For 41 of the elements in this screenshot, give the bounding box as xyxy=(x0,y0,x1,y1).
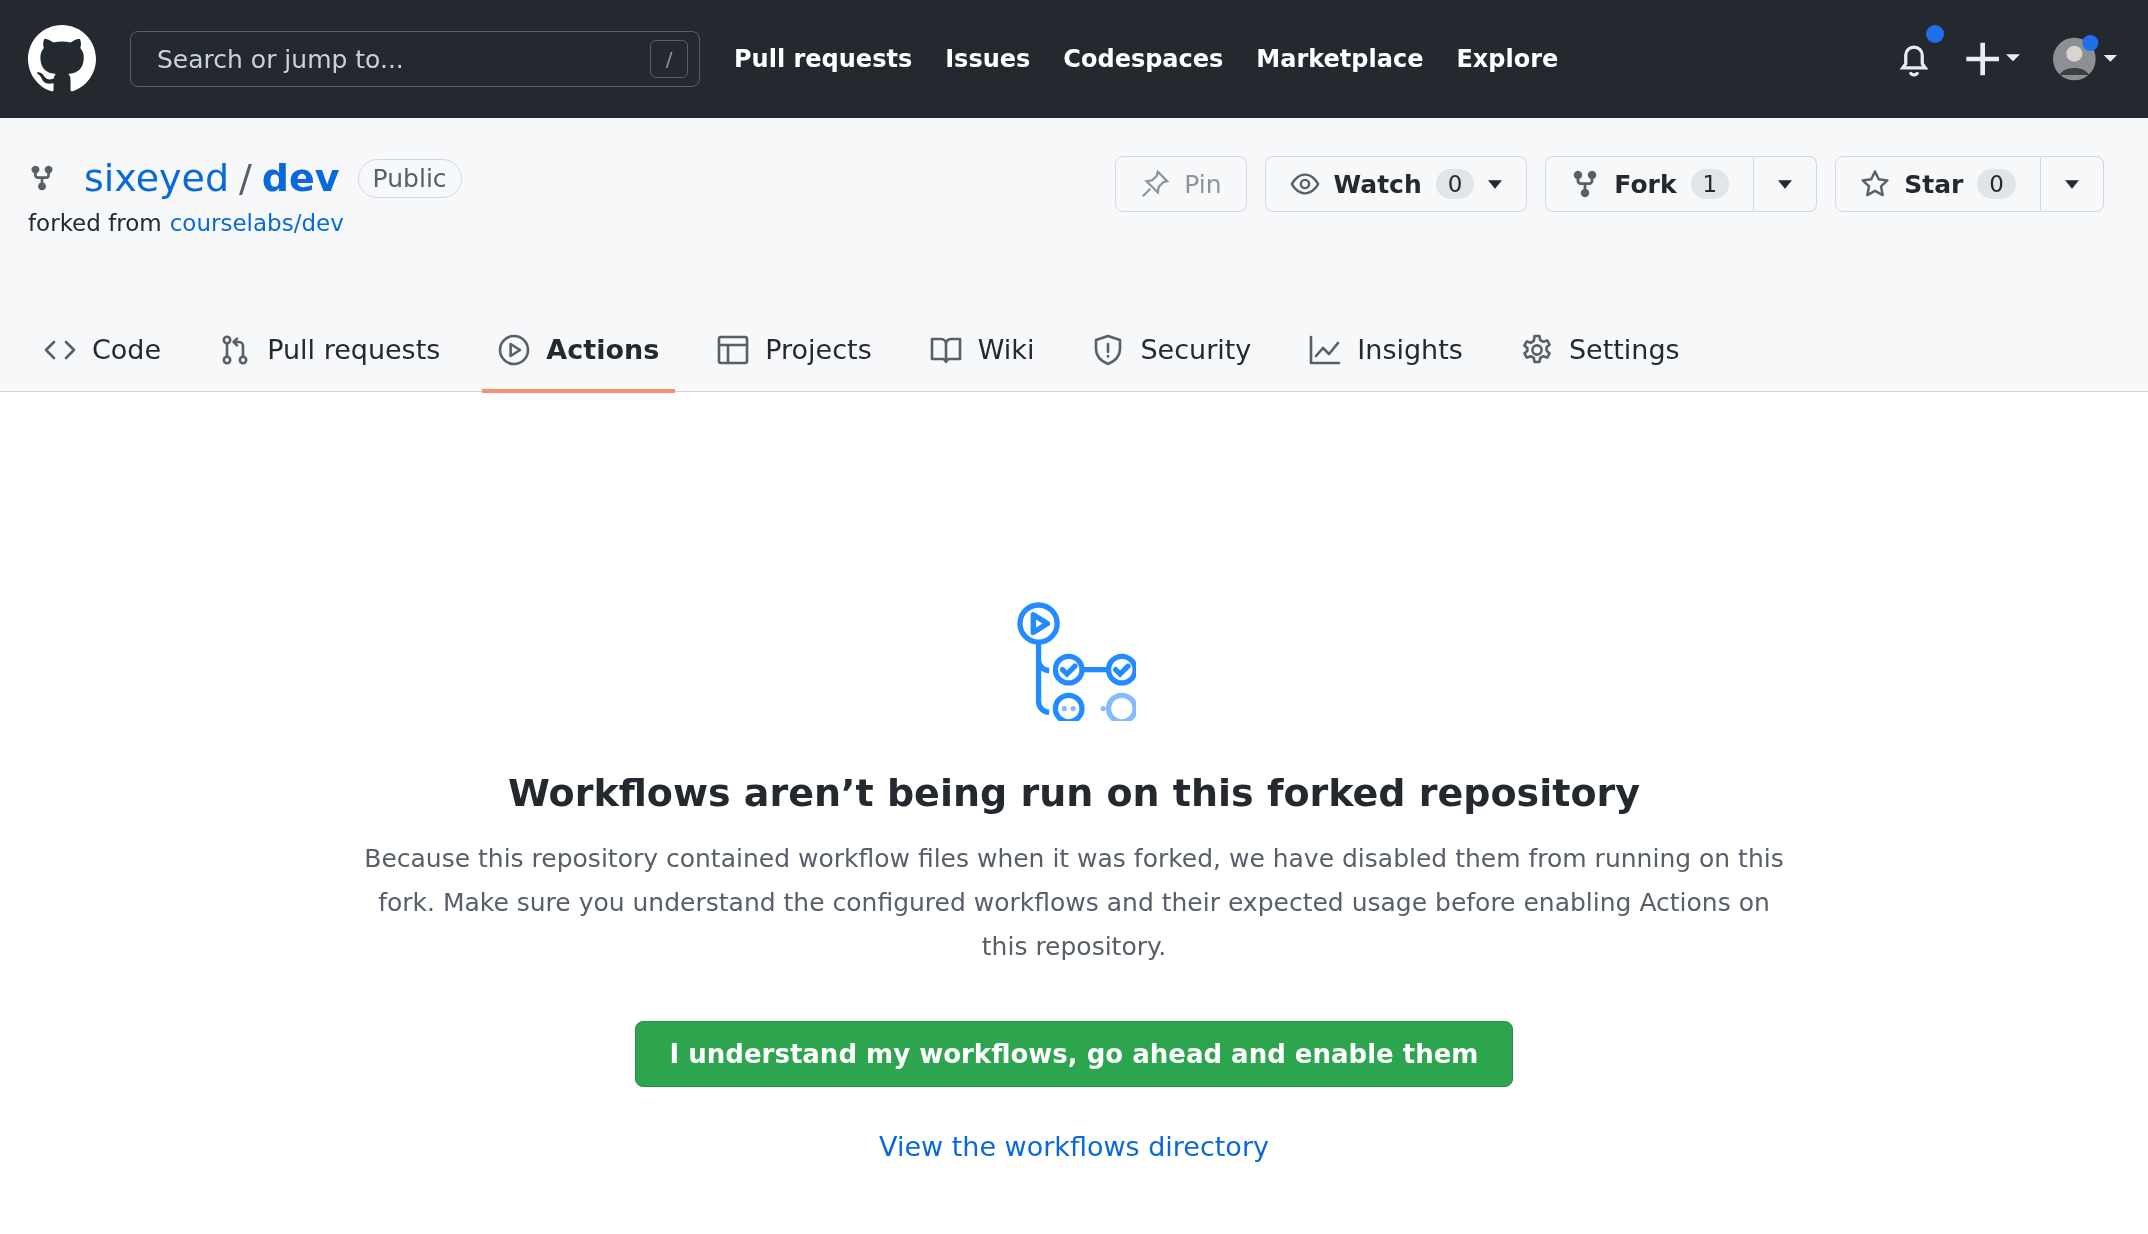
fork-button[interactable]: Fork 1 xyxy=(1545,156,1755,212)
repo-tab[interactable]: Code xyxy=(28,310,178,393)
watch-button[interactable]: Watch 0 xyxy=(1264,156,1528,212)
repo-tab[interactable]: Actions xyxy=(482,310,676,393)
star-button[interactable]: Star 0 xyxy=(1835,156,2041,212)
repo-tab[interactable]: Settings xyxy=(1504,310,1696,393)
star-icon xyxy=(1860,169,1891,199)
caret-icon xyxy=(2065,179,2079,189)
shortcut-key: / xyxy=(650,40,688,78)
notice-text: Because this repository contained workflow files when it was forked, we have disabled them from running on this fork. Make sure you understand the configured workflows and their expected usage before enabling Actions on this repository. xyxy=(363,843,1785,963)
repo-tab[interactable]: Wiki xyxy=(913,310,1051,393)
play-icon xyxy=(498,333,531,366)
repo-tab[interactable]: Insights xyxy=(1293,310,1479,393)
notice-heading: Workflows aren’t being run on this forked repository xyxy=(507,771,1641,815)
nav-link[interactable]: Pull requests xyxy=(734,45,913,73)
count-badge: 0 xyxy=(1977,169,2016,199)
repo-name-link[interactable]: dev xyxy=(261,156,340,200)
repo-tab[interactable]: Pull requests xyxy=(203,310,457,393)
plus-icon xyxy=(1964,40,2020,78)
workflows-directory-link[interactable]: View the workflows directory xyxy=(879,1131,1269,1162)
github-logo[interactable] xyxy=(28,25,96,93)
table-icon xyxy=(717,333,750,366)
settings-icon xyxy=(1520,333,1553,366)
graph-icon xyxy=(1309,333,1342,366)
nav-link[interactable]: Issues xyxy=(945,45,1031,73)
count-badge: 1 xyxy=(1690,169,1730,199)
nav-link[interactable]: Marketplace xyxy=(1256,45,1424,73)
count-badge: 0 xyxy=(1435,169,1475,199)
caret-icon xyxy=(1778,179,1793,189)
nav-link[interactable]: Explore xyxy=(1456,45,1559,73)
forked-from-link[interactable]: courselabs/dev xyxy=(169,210,344,236)
create-menu-button[interactable] xyxy=(1964,40,2020,78)
repo-tab[interactable]: Projects xyxy=(701,310,888,393)
repo-owner-link[interactable]: sixeyed xyxy=(84,156,230,200)
nav-link[interactable]: Codespaces xyxy=(1063,45,1224,73)
pin-icon xyxy=(1140,169,1171,199)
star-menu-button[interactable] xyxy=(2041,156,2104,212)
path-separator: / xyxy=(239,156,252,200)
caret-icon xyxy=(1488,179,1503,189)
repo-tab[interactable]: Security xyxy=(1076,310,1268,393)
forked-from-text: forked from xyxy=(28,210,162,236)
